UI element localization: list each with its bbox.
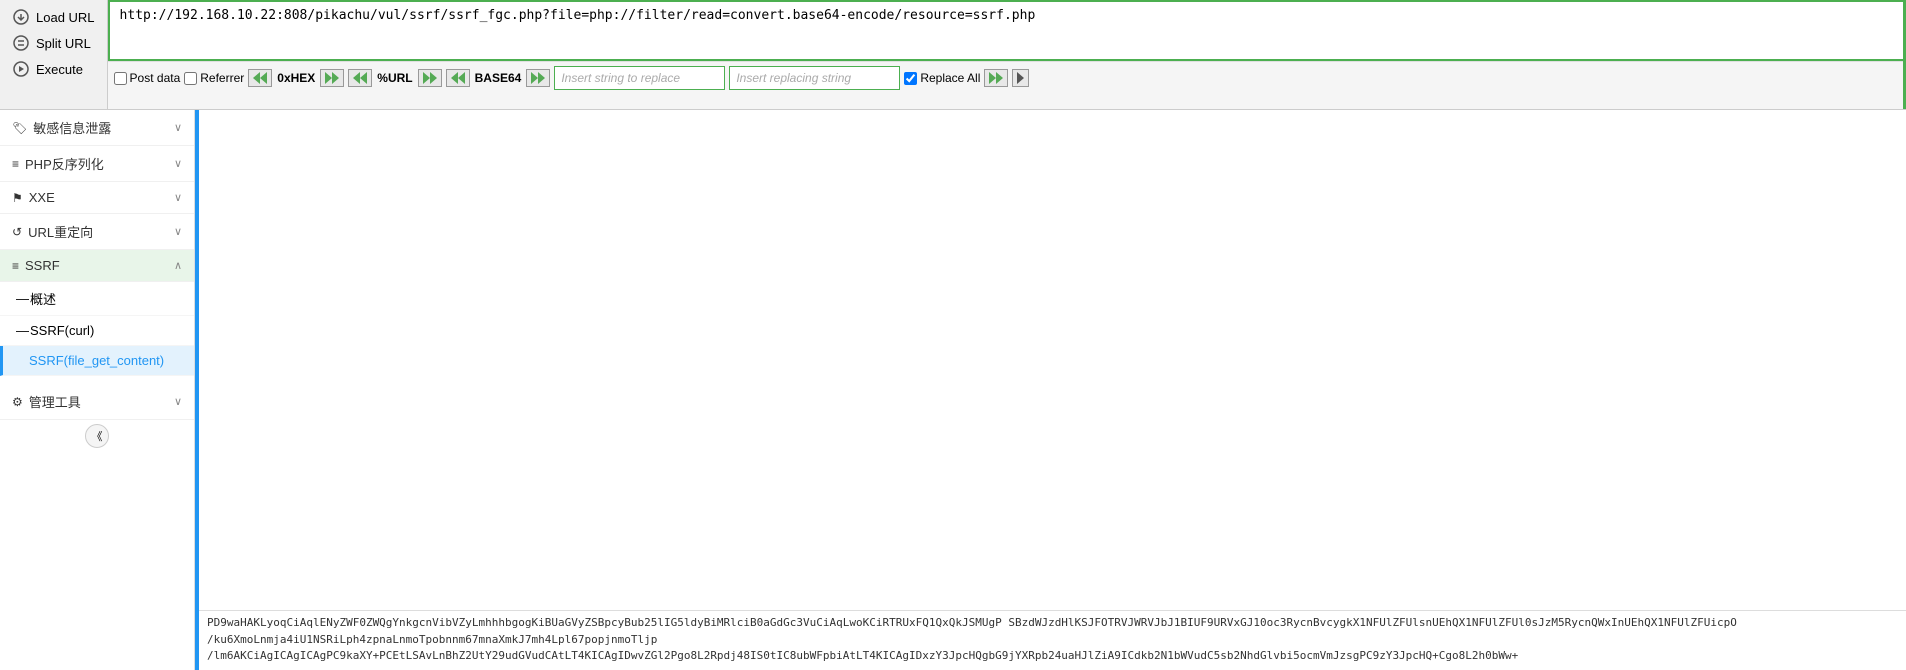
main-area: 🏷 敏感信息泄露 ∨ ≡ PHP反序列化 ∨ ⚑ XXE ∨ (0, 110, 1906, 670)
base64-left-arrow-icon2 (458, 72, 465, 84)
url-left-arrow-icon2 (360, 72, 367, 84)
sidebar-item-url-redirect[interactable]: ↺ URL重定向 ∨ (0, 214, 194, 250)
base64-encode-left-btn[interactable] (446, 69, 470, 87)
xxe-icon: ⚑ (12, 191, 23, 205)
url-area: http://192.168.10.22:808/pikachu/vul/ssr… (108, 0, 1906, 94)
content-body (199, 110, 1906, 610)
split-icon (12, 34, 30, 52)
output-line-3: /lm6AKCiAgICAgICAgPC9kaXY+PCEtLSAvLnBhZ2… (207, 648, 1898, 665)
admin-tools-icon: ⚙ (12, 395, 23, 409)
hex-encode-group: 0xHEX (248, 69, 344, 87)
url-right-arrow-icon2 (430, 72, 437, 84)
scroll-up-button[interactable]: 《 (85, 424, 109, 448)
referrer-label: Referrer (200, 71, 244, 85)
url-encode-right-btn[interactable] (418, 69, 442, 87)
php-icon: ≡ (12, 157, 19, 171)
xxe-label: ⚑ XXE (12, 190, 55, 205)
hex-label: 0xHEX (274, 71, 318, 85)
final-right-arrow-icon (1017, 72, 1024, 84)
top-toolbar: Load URL Split URL Execute http://192.16… (0, 0, 1906, 110)
sidebar-item-php[interactable]: ≡ PHP反序列化 ∨ (0, 146, 194, 182)
hex-left-arrow-icon2 (260, 72, 267, 84)
referrer-checkbox-label[interactable]: Referrer (184, 71, 244, 85)
base64-encode-right-btn[interactable] (526, 69, 550, 87)
post-data-checkbox-label[interactable]: Post data (114, 71, 181, 85)
miwang-icon: 🏷 (12, 121, 27, 135)
replace-all-checkbox-label[interactable]: Replace All (904, 71, 980, 85)
miwang-chevron-icon: ∨ (174, 121, 182, 134)
url-input-row: http://192.168.10.22:808/pikachu/vul/ssr… (108, 0, 1906, 61)
base64-right-arrow-icon (531, 72, 538, 84)
hex-right-arrow-icon2 (332, 72, 339, 84)
admin-tools-label: ⚙ 管理工具 (12, 392, 81, 411)
execute-icon (12, 60, 30, 78)
sidebar-sub-ssrf-curl[interactable]: — SSRF(curl) (0, 316, 194, 346)
scroll-up-area: 《 (0, 420, 194, 452)
app-container: Load URL Split URL Execute http://192.16… (0, 0, 1906, 670)
url-right-arrow-icon (423, 72, 430, 84)
url-redirect-chevron-icon: ∨ (174, 225, 182, 238)
url-encode-left-btn[interactable] (348, 69, 372, 87)
url-input[interactable]: http://192.168.10.22:808/pikachu/vul/ssr… (108, 0, 1906, 61)
admin-tools-chevron-icon: ∨ (174, 395, 182, 408)
content-area: PD9waHAKLyoqCiAqlENyZWF0ZWQgYnkgcnVibVZy… (199, 110, 1906, 670)
split-url-button[interactable]: Split URL (6, 30, 101, 56)
replace-arrow-right-btn[interactable] (984, 69, 1008, 87)
final-arrow-btn[interactable] (1012, 69, 1029, 87)
post-data-checkbox[interactable] (114, 72, 127, 85)
sidebar: 🏷 敏感信息泄露 ∨ ≡ PHP反序列化 ∨ ⚑ XXE ∨ (0, 110, 195, 670)
split-url-label: Split URL (36, 36, 91, 51)
hex-right-arrow-icon (325, 72, 332, 84)
base64-label: BASE64 (472, 71, 525, 85)
sidebar-item-ssrf[interactable]: ≡ SSRF ∧ (0, 250, 194, 282)
execute-button[interactable]: Execute (6, 56, 101, 82)
curl-indent: — (16, 323, 24, 338)
output-line-2: /ku6XmoLnmja4iU1NSRiLph4zpnaLnmoTpobnnm6… (207, 632, 1898, 649)
load-icon (12, 8, 30, 26)
php-label: ≡ PHP反序列化 (12, 154, 104, 173)
ssrf-chevron-icon: ∧ (174, 259, 182, 272)
sidebar-sub-overview[interactable]: — 概述 (0, 282, 194, 316)
sidebar-item-xxe[interactable]: ⚑ XXE ∨ (0, 182, 194, 214)
base64-encode-group: BASE64 (446, 69, 551, 87)
base64-left-arrow-icon (451, 72, 458, 84)
replace-all-label: Replace All (920, 71, 980, 85)
controls-row: Post data Referrer 0xHEX (108, 61, 1906, 94)
sidebar-item-admin-tools[interactable]: ⚙ 管理工具 ∨ (0, 384, 194, 420)
output-line-1: PD9waHAKLyoqCiAqlENyZWF0ZWQgYnkgcnVibVZy… (207, 615, 1898, 632)
overview-indent: — (16, 291, 24, 306)
execute-label: Execute (36, 62, 83, 77)
ssrf-icon: ≡ (12, 259, 19, 273)
hex-left-arrow-icon (253, 72, 260, 84)
replace-all-checkbox[interactable] (904, 72, 917, 85)
hex-encode-right-btn[interactable] (320, 69, 344, 87)
insert-string-input[interactable] (554, 66, 725, 90)
miwang-label: 🏷 敏感信息泄露 (12, 118, 111, 137)
sidebar-sub-ssrf-file[interactable]: SSRF(file_get_content) (0, 346, 194, 376)
insert-replacing-input[interactable] (729, 66, 900, 90)
ssrf-subitems: — 概述 — SSRF(curl) SSRF(file_get_content) (0, 282, 194, 376)
url-label: %URL (374, 71, 415, 85)
referrer-checkbox[interactable] (184, 72, 197, 85)
url-left-arrow-icon (353, 72, 360, 84)
hex-encode-left-btn[interactable] (248, 69, 272, 87)
url-redirect-icon: ↺ (12, 225, 22, 239)
xxe-chevron-icon: ∨ (174, 191, 182, 204)
php-chevron-icon: ∨ (174, 157, 182, 170)
url-encode-group: %URL (348, 69, 441, 87)
load-url-label: Load URL (36, 10, 95, 25)
left-actions: Load URL Split URL Execute (0, 0, 108, 109)
ssrf-label: ≡ SSRF (12, 258, 60, 273)
replace-right-arrow-icon2 (996, 72, 1003, 84)
base64-right-arrow-icon2 (538, 72, 545, 84)
sidebar-item-miwang[interactable]: 🏷 敏感信息泄露 ∨ (0, 110, 194, 146)
load-url-button[interactable]: Load URL (6, 4, 101, 30)
url-area-wrapper: http://192.168.10.22:808/pikachu/vul/ssr… (108, 0, 1906, 109)
bottom-output: PD9waHAKLyoqCiAqlENyZWF0ZWQgYnkgcnVibVZy… (199, 610, 1906, 670)
post-data-label: Post data (130, 71, 181, 85)
replace-right-arrow-icon (989, 72, 996, 84)
url-redirect-label: ↺ URL重定向 (12, 222, 93, 241)
